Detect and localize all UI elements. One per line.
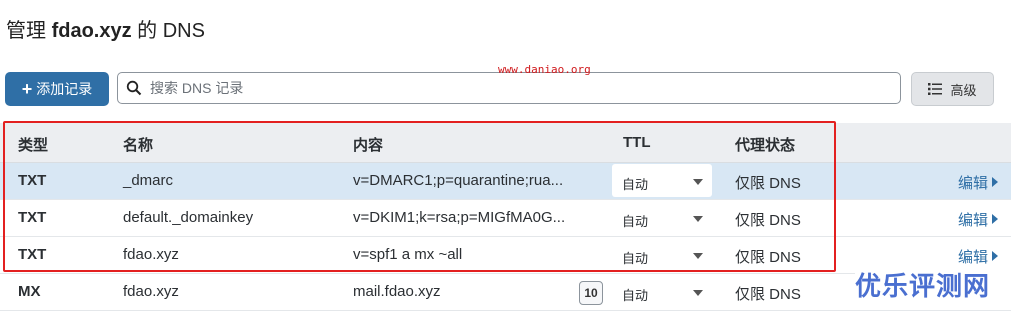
record-type: TXT [18,209,47,226]
record-type: MX [18,283,41,300]
edit-link[interactable]: 编辑 [958,172,999,193]
edit-link[interactable]: 编辑 [958,246,999,267]
page-title: 管理 fdao.xyz 的 DNS [6,14,205,43]
record-content: v=spf1 a mx ~all [353,246,463,263]
site-logo: 优乐评测网 [855,266,1011,306]
ttl-select[interactable]: 自动 [612,238,712,271]
chevron-right-icon [992,251,999,261]
add-record-button[interactable]: + 添加记录 [5,72,109,106]
ttl-select[interactable]: 自动 [612,164,712,197]
record-name: fdao.xyz [123,283,179,300]
search-input[interactable] [148,79,852,97]
search-box[interactable] [117,72,901,104]
add-record-label: 添加记录 [36,81,93,97]
record-name: _dmarc [123,172,174,189]
priority-badge: 10 [579,281,603,305]
chevron-right-icon [992,214,999,224]
title-prefix: 管理 [6,20,52,42]
record-name: fdao.xyz [123,246,179,263]
chevron-right-icon [992,177,999,187]
record-type: TXT [18,246,47,263]
ttl-value: 自动 [622,251,649,266]
header-name: 名称 [123,137,154,154]
chevron-down-icon [693,290,703,296]
plus-icon: + [21,79,33,99]
edit-link[interactable]: 编辑 [958,209,999,230]
chevron-down-icon [693,179,703,185]
ttl-select[interactable]: 自动 [612,201,712,234]
record-content: v=DMARC1;p=quarantine;rua... [353,172,564,189]
edit-label: 编辑 [958,175,989,192]
header-proxy-status: 代理状态 [735,137,796,154]
watermark-text: www.daniao.org [498,63,591,76]
record-name: default._domainkey [123,209,254,226]
advanced-label: 高级 [950,82,977,98]
header-content: 内容 [353,137,384,154]
header-ttl: TTL [623,134,651,151]
chevron-down-icon [693,253,703,259]
header-type: 类型 [18,137,49,154]
table-row[interactable]: TXT default._domainkey v=DKIM1;k=rsa;p=M… [0,200,1011,237]
search-icon [126,80,142,96]
list-icon [928,83,943,95]
record-content: v=DKIM1;k=rsa;p=MIGfMA0G... [353,209,566,226]
ttl-value: 自动 [622,288,649,303]
chevron-down-icon [693,216,703,222]
title-suffix: 的 DNS [131,20,205,42]
advanced-button[interactable]: 高级 [911,72,994,106]
title-domain: fdao.xyz [51,20,132,42]
record-content: mail.fdao.xyz [353,283,441,300]
edit-label: 编辑 [958,212,989,229]
table-header: 类型 名称 内容 TTL 代理状态 [0,123,1011,163]
record-type: TXT [18,172,47,189]
ttl-select[interactable]: 自动 [612,275,712,308]
proxy-status: 仅限 DNS [735,175,801,192]
ttl-value: 自动 [622,177,649,192]
ttl-value: 自动 [622,214,649,229]
proxy-status: 仅限 DNS [735,286,801,303]
proxy-status: 仅限 DNS [735,212,801,229]
proxy-status: 仅限 DNS [735,249,801,266]
edit-label: 编辑 [958,249,989,266]
table-row[interactable]: TXT _dmarc v=DMARC1;p=quarantine;rua... … [0,163,1011,200]
